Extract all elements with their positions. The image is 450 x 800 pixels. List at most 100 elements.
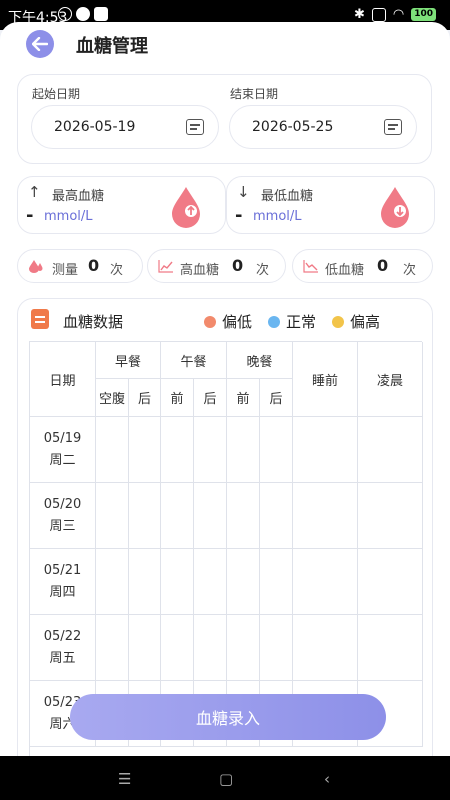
table-cell[interactable]	[227, 615, 260, 681]
wifi-icon: ◠	[392, 7, 405, 22]
table-cell[interactable]	[293, 615, 358, 681]
lowest-glucose-card: ↓ 最低血糖 - mmol/L	[226, 176, 435, 234]
table-header-lunch: 午餐	[161, 342, 227, 379]
legend-item-low: 偏低	[204, 311, 252, 332]
table-cell[interactable]	[293, 417, 358, 483]
table-cell[interactable]	[194, 615, 227, 681]
table-cell[interactable]	[129, 417, 161, 483]
legend-dot-high	[332, 315, 344, 328]
start-date-picker[interactable]: 2026-05-19	[31, 105, 219, 149]
trend-up-icon	[158, 260, 173, 273]
row-date: 05/21	[43, 562, 82, 578]
status-right-icons: ✱ ◠ 100	[354, 7, 436, 22]
low-glucose-unit: 次	[403, 263, 417, 278]
header: 血糖管理	[0, 22, 450, 66]
calendar-icon	[186, 119, 204, 135]
table-cell[interactable]	[260, 417, 293, 483]
high-glucose-count-card: 高血糖 0 次	[147, 249, 286, 283]
table-header-bedtime: 睡前	[293, 342, 358, 417]
table-cell[interactable]	[194, 417, 227, 483]
notification-icons	[58, 7, 108, 21]
table-cell[interactable]	[129, 615, 161, 681]
table-cell[interactable]	[96, 483, 129, 549]
table-cell[interactable]	[260, 615, 293, 681]
legend-label-high: 偏高	[350, 313, 381, 331]
table-cell[interactable]	[358, 549, 423, 615]
system-nav-bar: ☰ ▢ ‹	[0, 756, 450, 800]
app-screen: 下午4:53 ✱ ◠ 100 血糖管理 起始日期 结束日期 2026-05-19…	[0, 0, 450, 756]
table-subheader-after: 后	[194, 379, 227, 417]
table-header-breakfast: 早餐	[96, 342, 161, 379]
clipboard-icon	[31, 309, 49, 329]
sim-disabled-icon	[371, 7, 386, 22]
table-cell[interactable]	[161, 417, 194, 483]
table-cell[interactable]	[129, 483, 161, 549]
highest-glucose-label: 最高血糖	[52, 189, 105, 204]
lowest-glucose-unit: mmol/L	[253, 209, 302, 224]
end-date-value: 2026-05-25	[252, 119, 334, 135]
table-cell[interactable]	[194, 483, 227, 549]
table-cell[interactable]	[260, 483, 293, 549]
table-cell[interactable]	[96, 417, 129, 483]
arrow-down-icon: ↓	[237, 183, 250, 201]
table-subheader-before: 前	[161, 379, 194, 417]
table-cell[interactable]	[96, 615, 129, 681]
blood-drops-icon	[29, 260, 43, 273]
measure-value: 0	[88, 256, 100, 275]
end-date-picker[interactable]: 2026-05-25	[229, 105, 417, 149]
back-button[interactable]	[26, 30, 54, 58]
legend-dot-normal	[268, 315, 280, 328]
table-cell[interactable]	[129, 549, 161, 615]
table-cell[interactable]	[227, 549, 260, 615]
back-nav-icon[interactable]: ‹	[324, 770, 330, 788]
high-glucose-label: 高血糖	[180, 263, 220, 278]
row-date: 05/22	[43, 628, 82, 644]
main-page: 血糖管理 起始日期 结束日期 2026-05-19 2026-05-25 ↑ 最…	[0, 22, 450, 756]
calendar-icon	[384, 119, 402, 135]
home-icon[interactable]: ▢	[219, 770, 233, 788]
low-glucose-value: 0	[377, 256, 389, 275]
table-cell[interactable]	[161, 549, 194, 615]
table-cell[interactable]	[358, 417, 423, 483]
table-row-date: 05/21 周四	[30, 549, 96, 615]
table-row-date: 05/20 周三	[30, 483, 96, 549]
table-cell[interactable]	[96, 549, 129, 615]
arrow-up-icon: ↑	[28, 183, 41, 201]
table-cell[interactable]	[227, 417, 260, 483]
row-weekday: 周三	[49, 518, 76, 534]
measure-count-card: 测量 0 次	[17, 249, 143, 283]
measure-unit: 次	[110, 263, 124, 278]
legend-item-normal: 正常	[268, 311, 316, 332]
legend-label-low: 偏低	[222, 313, 253, 331]
table-subheader-after: 后	[260, 379, 293, 417]
row-date: 05/20	[43, 496, 82, 512]
table-cell[interactable]	[161, 615, 194, 681]
table-cell[interactable]	[194, 549, 227, 615]
alarm-off-icon	[58, 7, 72, 21]
lowest-glucose-label: 最低血糖	[261, 189, 314, 204]
measure-label: 测量	[52, 263, 79, 278]
glucose-data-card: 血糖数据 偏低 正常 偏高 日期 早餐 午餐 晚餐 睡前 凌晨 空腹 后 前 后…	[17, 298, 433, 756]
record-glucose-button[interactable]: 血糖录入	[70, 694, 386, 740]
table-cell[interactable]	[260, 549, 293, 615]
table-cell[interactable]	[293, 483, 358, 549]
start-date-value: 2026-05-19	[54, 119, 136, 135]
menu-icon[interactable]: ☰	[118, 770, 131, 788]
table-header-dinner: 晚餐	[227, 342, 293, 379]
table-cell[interactable]	[293, 549, 358, 615]
app-square-icon	[94, 7, 108, 21]
legend-label-normal: 正常	[286, 313, 317, 331]
high-glucose-unit: 次	[256, 263, 270, 278]
table-cell[interactable]	[161, 483, 194, 549]
table-cell[interactable]	[358, 483, 423, 549]
end-date-label: 结束日期	[230, 87, 279, 101]
table-cell[interactable]	[227, 483, 260, 549]
date-range-card: 起始日期 结束日期 2026-05-19 2026-05-25	[17, 74, 432, 164]
battery-icon: 100	[411, 8, 436, 21]
highest-glucose-value: -	[26, 205, 34, 226]
highest-glucose-unit: mmol/L	[44, 209, 93, 224]
blood-drop-down-icon	[381, 187, 409, 228]
trend-down-icon	[303, 260, 318, 273]
table-header-date: 日期	[30, 342, 96, 417]
table-cell[interactable]	[358, 615, 423, 681]
